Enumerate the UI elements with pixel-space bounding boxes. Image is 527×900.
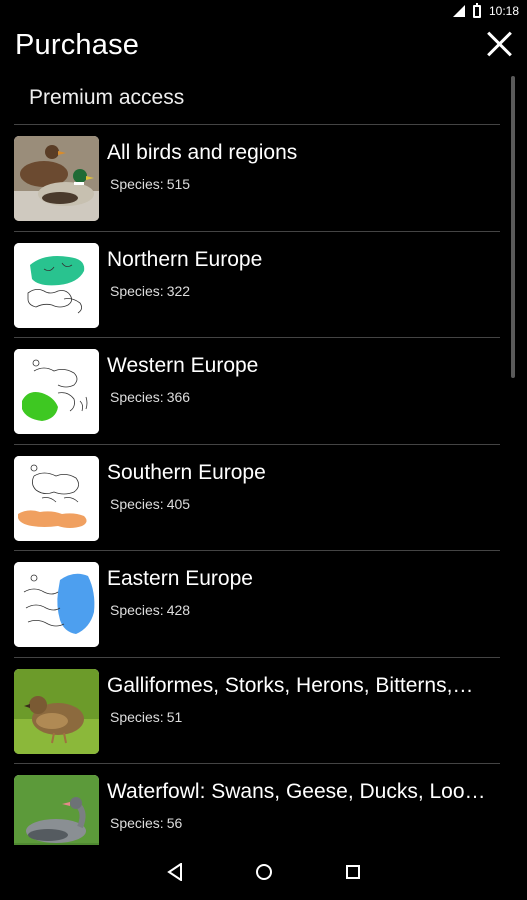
status-time: 10:18 — [488, 4, 519, 18]
battery-icon — [472, 2, 481, 18]
scrollbar[interactable] — [511, 76, 515, 378]
product-list: All birds and regions Species: 515 Northe… — [0, 125, 500, 845]
page-title: Purchase — [15, 29, 140, 61]
quail-thumbnail — [14, 668, 99, 754]
status-bar: 10:18 — [0, 0, 527, 22]
item-name: Northern Europe — [107, 247, 263, 271]
item-name: Southern Europe — [107, 460, 266, 484]
app-header: Purchase — [0, 22, 527, 70]
home-icon[interactable] — [254, 862, 274, 882]
goose-thumbnail — [14, 775, 99, 845]
list-item[interactable]: All birds and regions Species: 515 — [0, 125, 500, 232]
species-label: Species: — [110, 176, 164, 192]
navigation-bar — [0, 844, 527, 900]
species-count: 322 — [166, 282, 191, 299]
item-species: Species: 56 — [107, 815, 182, 831]
species-count: 51 — [166, 708, 183, 725]
list-item[interactable]: Southern Europe Species: 405 — [0, 445, 500, 551]
section-title: Premium access — [29, 86, 185, 109]
species-label: Species: — [110, 282, 164, 299]
list-item[interactable]: Galliformes, Storks, Herons, Bitterns,… … — [0, 658, 500, 764]
item-name: Waterfowl: Swans, Geese, Ducks, Loo… — [107, 780, 486, 803]
item-name: Galliformes, Storks, Herons, Bitterns,… — [107, 673, 474, 697]
species-count: 56 — [166, 815, 183, 831]
close-icon[interactable] — [483, 28, 515, 60]
species-count: 405 — [166, 495, 191, 512]
mallard-duck-thumbnail — [14, 136, 99, 221]
species-count: 515 — [166, 176, 191, 192]
species-label: Species: — [110, 602, 164, 618]
item-species: Species: 322 — [107, 283, 190, 299]
item-species: Species: 405 — [107, 496, 190, 512]
item-species: Species: 366 — [107, 389, 190, 405]
southern-europe-map-thumbnail — [14, 455, 99, 541]
species-label: Species: — [110, 495, 164, 512]
list-item[interactable]: Waterfowl: Swans, Geese, Ducks, Loo… Spe… — [0, 764, 500, 845]
back-icon[interactable] — [165, 862, 185, 882]
species-label: Species: — [110, 815, 164, 831]
western-europe-map-thumbnail — [14, 349, 99, 434]
signal-icon — [451, 5, 465, 17]
species-label: Species: — [110, 389, 164, 405]
species-count: 428 — [166, 602, 191, 618]
species-label: Species: — [110, 708, 164, 725]
list-item[interactable]: Western Europe Species: 366 — [0, 338, 500, 445]
list-item[interactable]: Northern Europe Species: 322 — [0, 232, 500, 338]
item-name: Eastern Europe — [107, 567, 253, 590]
item-species: Species: 51 — [107, 709, 182, 725]
item-species: Species: 428 — [107, 602, 190, 618]
recents-icon[interactable] — [343, 862, 363, 882]
item-species: Species: 515 — [107, 176, 190, 192]
list-item[interactable]: Eastern Europe Species: 428 — [0, 551, 500, 658]
item-name: All birds and regions — [107, 141, 298, 164]
purchase-list-container[interactable]: Premium access All birds and regions Spe… — [0, 70, 527, 845]
item-name: Western Europe — [107, 354, 259, 377]
species-count: 366 — [166, 389, 191, 405]
northern-europe-map-thumbnail — [14, 242, 99, 328]
eastern-europe-map-thumbnail — [14, 562, 99, 647]
